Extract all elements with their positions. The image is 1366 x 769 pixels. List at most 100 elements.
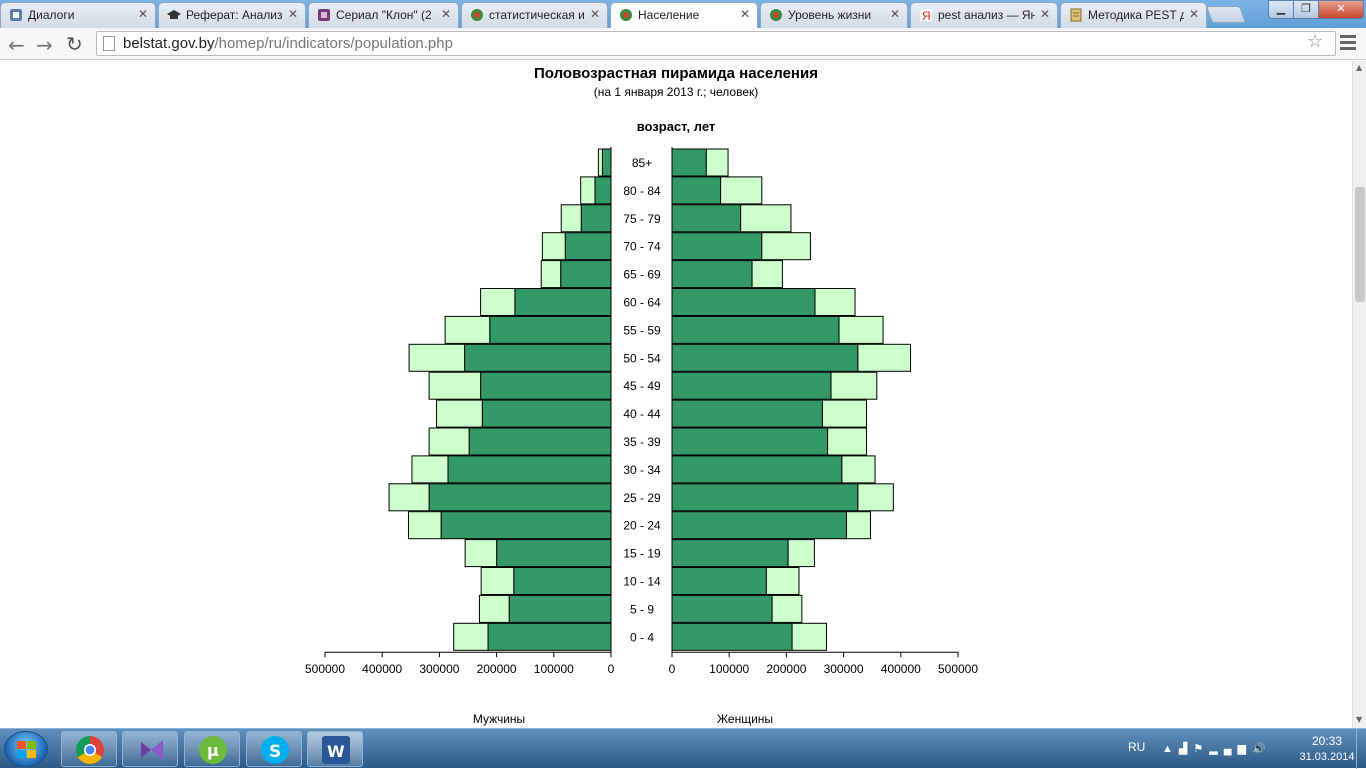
tray-icons: ▲▟⚑▂▄▆🔊 — [1162, 742, 1272, 755]
volume-icon[interactable]: 🔊 — [1252, 743, 1272, 755]
network-icon[interactable]: ▟ — [1179, 743, 1193, 755]
vertical-scrollbar[interactable]: ▲ ▼ — [1352, 61, 1366, 728]
tab-label: Сериал "Клон" (2 — [336, 8, 432, 22]
tab-close-icon[interactable]: ✕ — [441, 7, 451, 21]
female-bars — [671, 148, 912, 651]
female-dark-bar — [671, 427, 829, 456]
chart-subtitle: (на 1 января 2013 г.; человек) — [594, 85, 759, 99]
system-tray: RU ▲▟⚑▂▄▆🔊 20:33 31.03.2014 — [1122, 729, 1366, 769]
utorrent-icon: µ — [199, 736, 227, 764]
x-tick-label: 0 — [608, 662, 615, 676]
female-dark-bar — [671, 343, 859, 372]
male-dark-bar — [513, 567, 612, 595]
x-tick-label: 500000 — [938, 662, 978, 676]
belstat-icon — [619, 8, 633, 22]
tab-label: Население — [638, 8, 700, 22]
tab-close-icon[interactable]: ✕ — [590, 7, 600, 21]
taskbar-chrome[interactable] — [61, 731, 117, 767]
tab-pest-yandex[interactable]: Я pest анализ — Ян ✕ — [910, 2, 1058, 28]
taskbar-skype[interactable]: S — [246, 731, 302, 767]
male-dark-bar — [560, 260, 612, 289]
age-group-label: 10 - 14 — [623, 575, 661, 589]
maximize-button[interactable]: ❐ — [1293, 0, 1319, 19]
tab-dialogs[interactable]: Диалоги ✕ — [0, 2, 156, 28]
female-light-bar — [765, 567, 800, 595]
female-dark-bar — [671, 204, 742, 233]
tab-close-icon[interactable]: ✕ — [890, 7, 900, 21]
chrome-menu-icon[interactable] — [1340, 35, 1356, 53]
minimize-button[interactable]: ▁ — [1268, 0, 1294, 19]
population-pyramid-chart: Половозрастная пирамида населения (на 1 … — [305, 65, 978, 726]
tab-naselenie[interactable]: Население ✕ — [610, 2, 758, 28]
x-tick-label: 0 — [669, 662, 676, 676]
tab-referat[interactable]: Реферат: Анализ ✕ — [158, 2, 306, 28]
taskbar-word[interactable]: W — [307, 731, 363, 767]
female-dark-bar — [671, 371, 832, 400]
female-dark-bar — [671, 288, 816, 316]
tab-label: pest анализ — Ян — [938, 8, 1035, 22]
male-light-bar — [444, 315, 491, 344]
male-light-bar — [560, 204, 582, 233]
legend-female: Женщины — [717, 712, 773, 726]
male-dark-bar — [601, 148, 612, 177]
tab-metodika-pest[interactable]: Методика PEST д ✕ — [1060, 2, 1207, 28]
female-dark-bar — [671, 455, 843, 484]
tab-close-icon[interactable]: ✕ — [138, 7, 148, 21]
taskbar-utorrent[interactable]: µ — [184, 731, 240, 767]
x-tick-label: 200000 — [477, 662, 517, 676]
document-icon — [1069, 8, 1083, 22]
scroll-up-icon[interactable]: ▲ — [1356, 63, 1362, 72]
male-dark-bar — [481, 399, 612, 428]
graduation-cap-icon — [167, 8, 181, 22]
tab-close-icon[interactable]: ✕ — [740, 7, 750, 21]
male-light-bar — [597, 148, 603, 177]
female-dark-bar — [671, 483, 859, 512]
tab-label: статистическая и — [489, 8, 585, 22]
male-light-bar — [541, 232, 566, 261]
male-light-bar — [464, 539, 498, 568]
female-light-bar — [827, 427, 867, 456]
flag-icon[interactable]: ⚑ — [1193, 743, 1209, 755]
signal-icon[interactable]: ▂▄▆ — [1209, 743, 1252, 755]
female-dark-bar — [671, 176, 722, 205]
taskbar-visual-studio[interactable] — [122, 731, 178, 767]
clock-time[interactable]: 20:33 — [1292, 734, 1362, 748]
back-arrow-icon[interactable]: ← — [8, 33, 25, 57]
reload-icon[interactable]: ↻ — [66, 32, 83, 56]
age-group-label: 20 - 24 — [623, 519, 661, 533]
tab-statisticheskaya[interactable]: статистическая и ✕ — [461, 2, 608, 28]
scroll-down-icon[interactable]: ▼ — [1356, 715, 1362, 724]
url-path: /homep/ru/indicators/population.php — [214, 35, 453, 52]
male-light-bar — [428, 427, 470, 456]
age-group-label: 50 - 54 — [623, 351, 661, 365]
female-light-bar — [771, 594, 803, 623]
age-group-label: 60 - 64 — [623, 296, 661, 310]
new-tab-button[interactable] — [1205, 6, 1247, 23]
tab-uroven-zhizni[interactable]: Уровень жизни ✕ — [760, 2, 908, 28]
tab-close-icon[interactable]: ✕ — [1189, 7, 1199, 21]
bookmark-star-icon[interactable]: ☆ — [1307, 31, 1323, 52]
scrollbar-thumb[interactable] — [1355, 187, 1365, 302]
tab-label: Методика PEST д — [1088, 8, 1184, 22]
clock-date[interactable]: 31.03.2014 — [1292, 751, 1362, 763]
male-light-bar — [478, 594, 510, 623]
x-tick-label: 100000 — [534, 662, 574, 676]
tab-close-icon[interactable]: ✕ — [1040, 7, 1050, 21]
x-tick-label: 100000 — [709, 662, 749, 676]
female-dark-bar — [671, 622, 793, 651]
female-light-bar — [740, 204, 792, 233]
male-dark-bar — [564, 232, 612, 261]
forward-arrow-icon[interactable]: → — [36, 33, 53, 57]
show-desktop-button[interactable] — [1356, 729, 1366, 769]
male-dark-bar — [514, 288, 612, 316]
female-dark-bar — [671, 539, 789, 568]
language-indicator[interactable]: RU — [1128, 740, 1145, 754]
address-bar[interactable]: belstat.gov.by/homep/ru/indicators/popul… — [96, 31, 1336, 56]
tv-icon — [317, 8, 331, 22]
close-window-button[interactable]: ✕ — [1318, 0, 1364, 19]
tab-serial[interactable]: Сериал "Клон" (2 ✕ — [308, 2, 459, 28]
male-light-bar — [411, 455, 449, 484]
show-hidden-icons-icon[interactable]: ▲ — [1162, 743, 1179, 755]
tab-close-icon[interactable]: ✕ — [288, 7, 298, 21]
start-button[interactable] — [4, 731, 48, 767]
